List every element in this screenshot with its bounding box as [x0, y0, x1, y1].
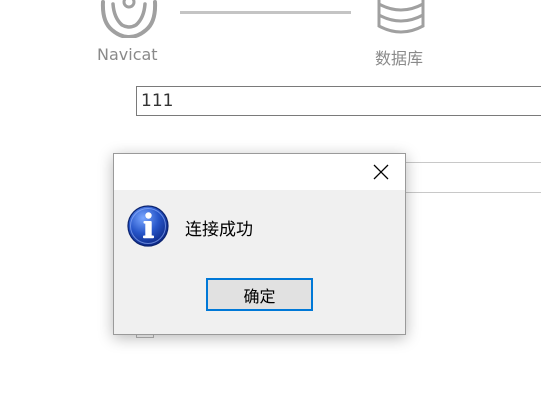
ok-button-label: 确定 [243, 286, 276, 306]
connection-line [180, 11, 351, 14]
dialog-message: 连接成功 [185, 220, 253, 240]
ok-button[interactable]: 确定 [206, 278, 313, 311]
message-dialog: 连接成功 确定 [113, 153, 406, 335]
connection-name-input[interactable]: 111 [136, 86, 541, 116]
close-icon [373, 164, 389, 180]
database-icon [377, 0, 425, 34]
database-label: 数据库 [375, 49, 424, 68]
dialog-titlebar [114, 154, 405, 190]
navicat-icon [100, 0, 158, 38]
close-button[interactable] [357, 154, 405, 190]
info-icon [127, 205, 169, 247]
navicat-label: Navicat [97, 45, 158, 64]
